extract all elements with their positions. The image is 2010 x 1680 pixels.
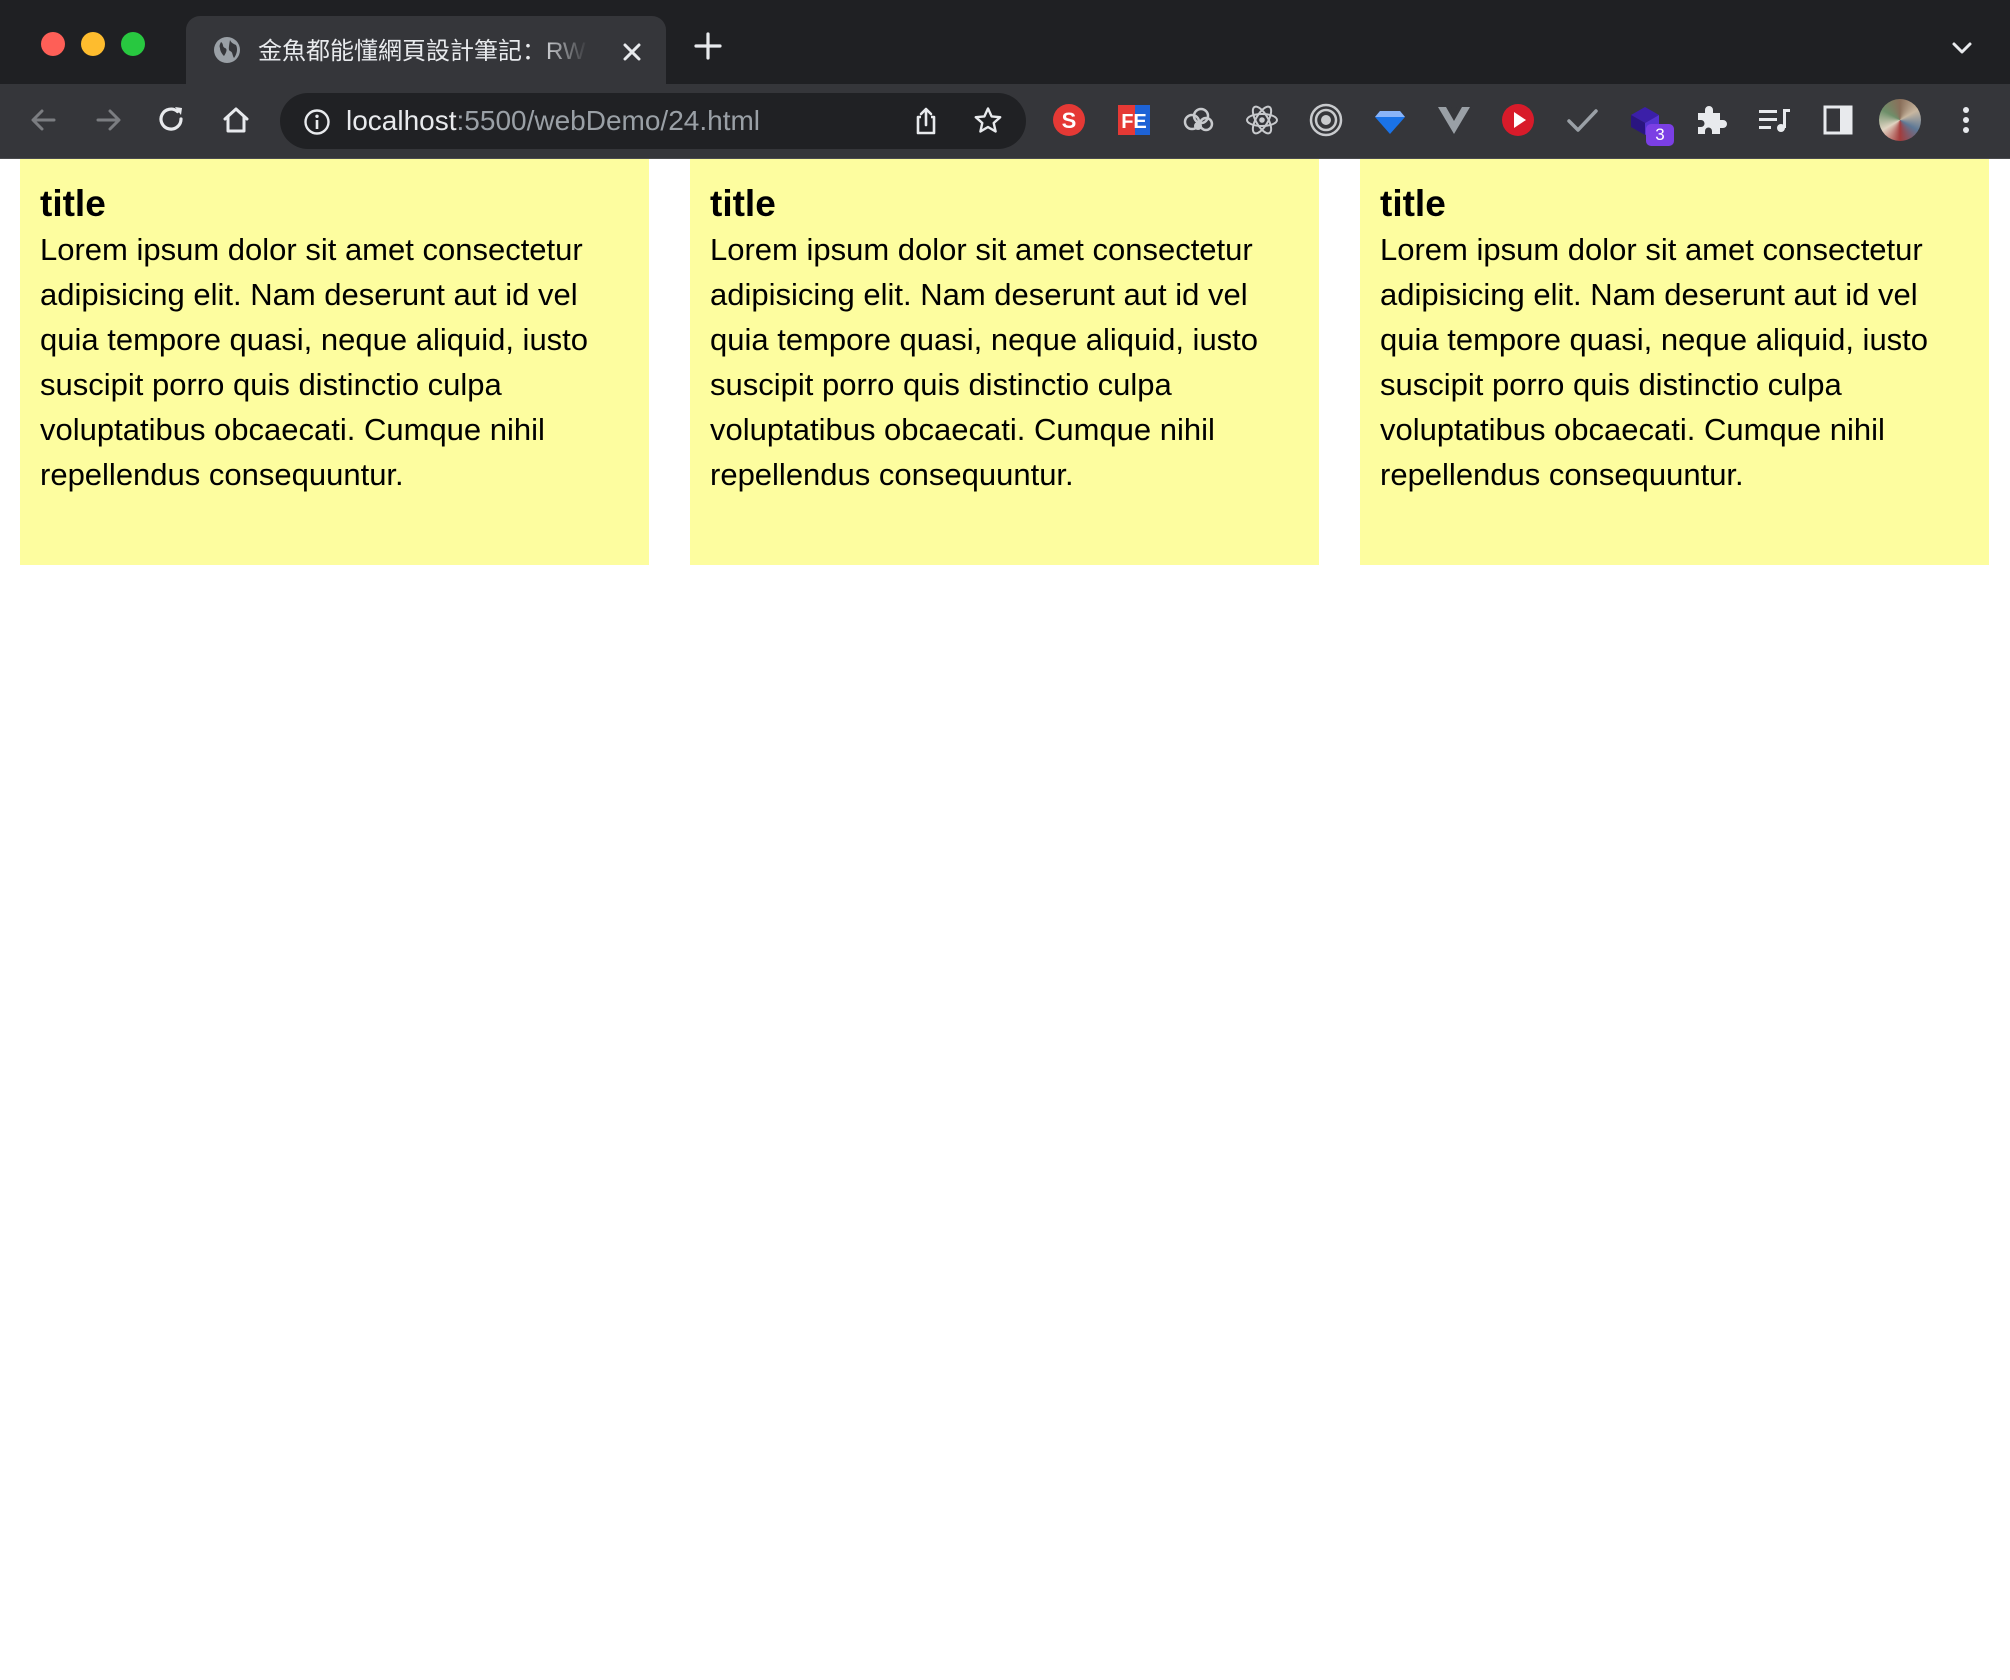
globe-icon bbox=[212, 35, 242, 65]
more-menu-icon[interactable] bbox=[1948, 102, 1984, 138]
minimize-window-button[interactable] bbox=[81, 32, 105, 56]
media-queue-icon[interactable] bbox=[1755, 101, 1793, 139]
home-icon[interactable] bbox=[218, 102, 254, 138]
back-arrow-icon[interactable] bbox=[26, 102, 62, 138]
card-title: title bbox=[1380, 183, 1446, 224]
page-viewport: title Lorem ipsum dolor sit amet consect… bbox=[0, 159, 2010, 1680]
card: title Lorem ipsum dolor sit amet consect… bbox=[690, 159, 1319, 565]
fe-helper-icon[interactable]: FE bbox=[1115, 101, 1153, 139]
svg-text:S: S bbox=[1062, 108, 1077, 133]
forward-arrow-icon[interactable] bbox=[90, 102, 126, 138]
red-play-extension-icon[interactable] bbox=[1499, 101, 1537, 139]
puzzle-icon[interactable] bbox=[1691, 101, 1729, 139]
url-path: :5500/webDemo/24.html bbox=[456, 105, 761, 136]
side-panel-icon[interactable] bbox=[1819, 101, 1857, 139]
new-tab-plus-icon[interactable] bbox=[692, 30, 724, 62]
reload-icon[interactable] bbox=[154, 102, 190, 138]
card: title Lorem ipsum dolor sit amet consect… bbox=[20, 159, 649, 565]
tab-title: 金魚都能懂網頁設計筆記：RWD/ bbox=[258, 38, 588, 65]
close-tab-icon[interactable] bbox=[618, 38, 646, 66]
target-extension-icon[interactable] bbox=[1307, 101, 1345, 139]
svg-text:FE: FE bbox=[1121, 111, 1147, 133]
vue-devtools-icon[interactable] bbox=[1435, 101, 1473, 139]
close-window-button[interactable] bbox=[41, 32, 65, 56]
bookmark-star-icon[interactable] bbox=[972, 105, 1004, 137]
active-tab[interactable]: 金魚都能懂網頁設計筆記：RWD/ bbox=[186, 16, 666, 84]
checkmark-extension-icon[interactable] bbox=[1563, 101, 1601, 139]
url-host: localhost bbox=[346, 105, 457, 136]
gem-extension-icon[interactable] bbox=[1371, 101, 1409, 139]
card-body: Lorem ipsum dolor sit amet consectetur a… bbox=[710, 232, 1259, 492]
tab-strip: 金魚都能懂網頁設計筆記：RWD/ bbox=[0, 0, 2010, 84]
chevron-down-icon[interactable] bbox=[1950, 36, 1974, 60]
card-body: Lorem ipsum dolor sit amet consectetur a… bbox=[1380, 232, 1929, 492]
react-devtools-icon[interactable] bbox=[1243, 101, 1281, 139]
share-icon[interactable] bbox=[910, 105, 942, 137]
s-extension-icon[interactable]: S bbox=[1050, 101, 1088, 139]
cloud-extension-icon[interactable] bbox=[1179, 101, 1217, 139]
browser-window: 金魚都能懂網頁設計筆記：RWD/ localhost:5500/webDemo/… bbox=[0, 0, 2010, 1680]
profile-avatar[interactable] bbox=[1879, 99, 1921, 141]
browser-toolbar: localhost:5500/webDemo/24.html S FE 3 bbox=[0, 84, 2010, 159]
card: title Lorem ipsum dolor sit amet consect… bbox=[1360, 159, 1989, 565]
extension-badge: 3 bbox=[1646, 124, 1674, 146]
card-title: title bbox=[40, 183, 106, 224]
zoom-window-button[interactable] bbox=[121, 32, 145, 56]
card-title: title bbox=[710, 183, 776, 224]
address-bar[interactable]: localhost:5500/webDemo/24.html bbox=[280, 93, 1026, 149]
url-text[interactable]: localhost:5500/webDemo/24.html bbox=[346, 103, 760, 139]
site-info-icon[interactable] bbox=[302, 107, 332, 137]
card-body: Lorem ipsum dolor sit amet consectetur a… bbox=[40, 232, 589, 492]
